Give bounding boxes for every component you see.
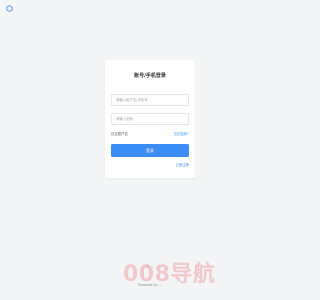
remember-account-checkbox[interactable]: 记住账户名 [111,131,128,138]
login-title: 账号/手机登录 [134,73,166,79]
forgot-password-link[interactable]: 忘记密码? [174,131,189,138]
password-input[interactable]: 请输入密码 [111,113,189,125]
options-row: 记住账户名 忘记密码? [111,131,189,138]
username-input[interactable]: 请输入用户名/手机号 [111,94,189,106]
login-button[interactable]: 登录 [111,144,189,157]
login-card: 账号/手机登录 请输入用户名/手机号 请输入密码 记住账户名 忘记密码? 登录 … [105,60,195,178]
app-logo-icon [6,5,13,12]
site-watermark: 008导航 [123,262,216,287]
register-link[interactable]: 立即注册 [175,163,189,168]
